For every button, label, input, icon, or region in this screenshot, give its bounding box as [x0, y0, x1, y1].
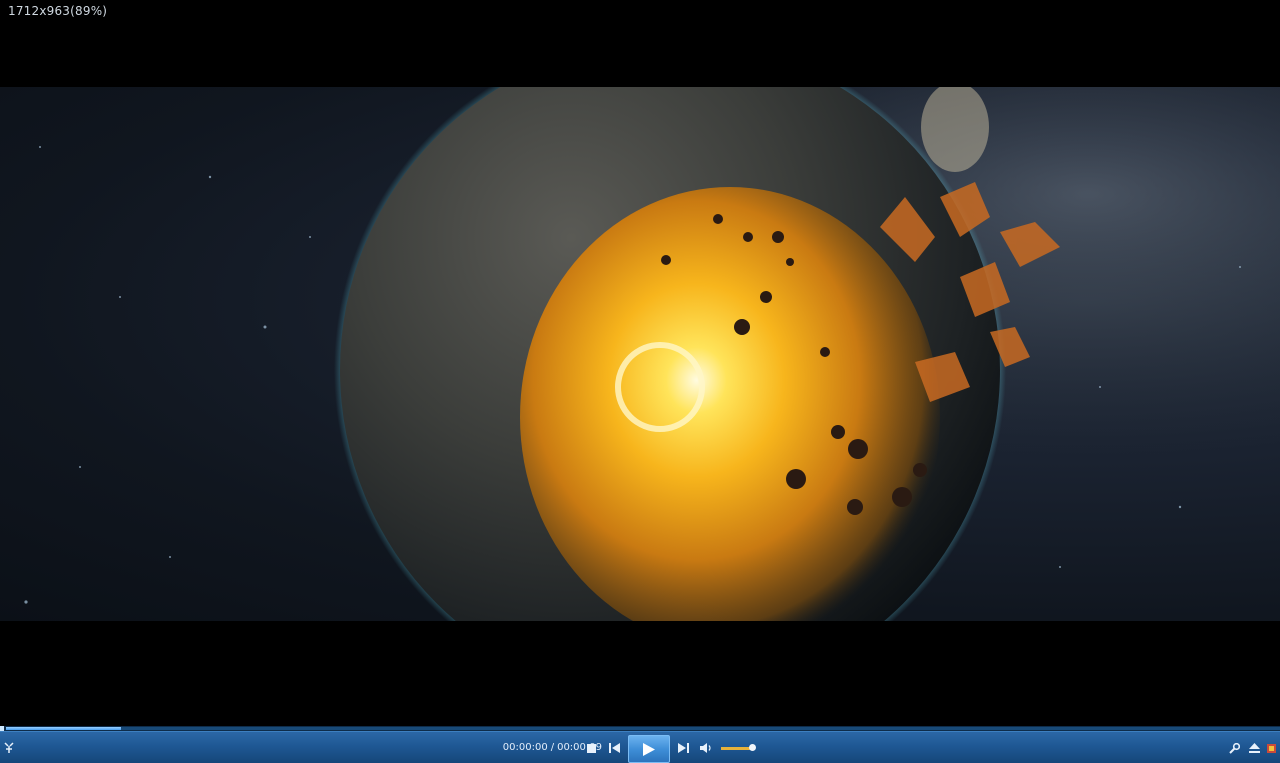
stop-button[interactable]: [584, 740, 599, 756]
seek-track: [6, 727, 1280, 730]
settings-button[interactable]: [1226, 740, 1242, 756]
time-separator: /: [550, 742, 555, 753]
media-player-window: 1712x963(89%) 00:00:00 / 00:00:09: [0, 0, 1280, 763]
volume-handle[interactable]: [749, 744, 756, 751]
seek-progress-fill: [6, 727, 121, 730]
skip-next-icon: [677, 743, 689, 753]
skip-previous-icon: [608, 743, 620, 753]
player-logo-button[interactable]: [2, 740, 16, 756]
wrench-icon: [1228, 742, 1240, 754]
open-file-button[interactable]: [1246, 740, 1262, 756]
mute-button[interactable]: [698, 740, 714, 756]
volume-slider[interactable]: [721, 744, 756, 751]
play-icon: [643, 742, 655, 756]
player-logo-icon: [4, 742, 14, 753]
skin-button[interactable]: [1265, 740, 1277, 756]
video-frame[interactable]: [0, 87, 1280, 621]
stop-icon: [587, 743, 596, 753]
time-display: 00:00:00/00:00:09: [470, 740, 602, 756]
control-bar: 00:00:00/00:00:09: [0, 731, 1280, 763]
current-time: 00:00:00: [502, 742, 548, 753]
previous-button[interactable]: [606, 740, 622, 756]
video-content-image: [0, 87, 1280, 621]
eject-icon: [1248, 743, 1260, 753]
next-button[interactable]: [675, 740, 691, 756]
skin-icon: [1266, 743, 1276, 753]
speaker-icon: [699, 743, 711, 753]
play-button[interactable]: [628, 735, 670, 763]
resolution-label: 1712x963(89%): [8, 4, 108, 18]
volume-level-fill: [721, 747, 752, 750]
